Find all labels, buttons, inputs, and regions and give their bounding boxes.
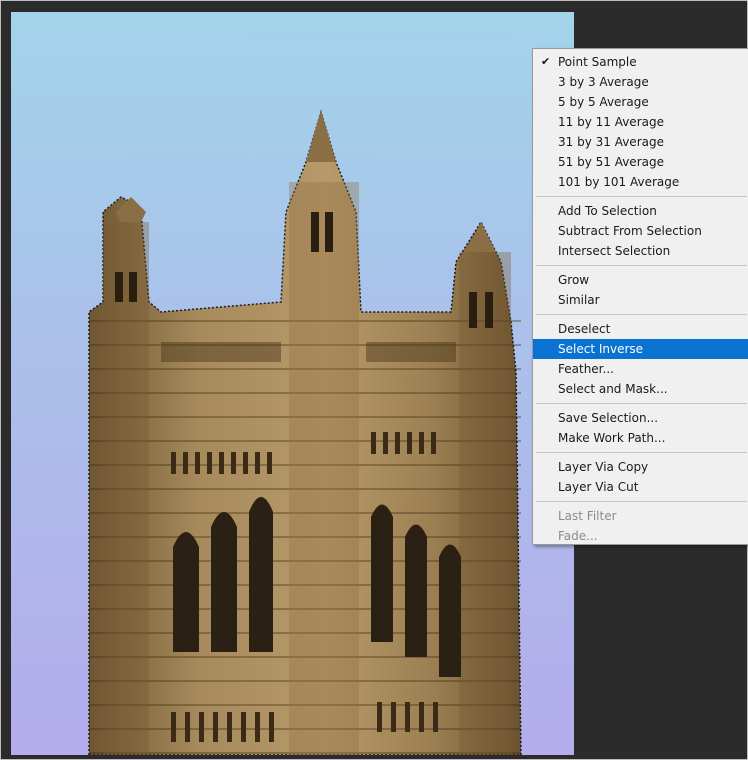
menu-item-11-by-11-average[interactable]: 11 by 11 Average xyxy=(533,112,748,132)
menu-item-label: 5 by 5 Average xyxy=(558,95,649,109)
menu-item-label: Layer Via Cut xyxy=(558,480,639,494)
menu-item-similar[interactable]: Similar xyxy=(533,290,748,310)
menu-item-grow[interactable]: Grow xyxy=(533,270,748,290)
menu-separator xyxy=(536,196,747,197)
photoshop-workspace: ✔ Point Sample 3 by 3 Average 5 by 5 Averag… xyxy=(0,0,748,760)
menu-item-label: Feather... xyxy=(558,362,614,376)
menu-item-label: 101 by 101 Average xyxy=(558,175,680,189)
selection-context-menu: ✔ Point Sample 3 by 3 Average 5 by 5 Averag… xyxy=(532,48,748,545)
menu-item-label: Similar xyxy=(558,293,600,307)
menu-separator xyxy=(536,265,747,266)
menu-item-select-inverse[interactable]: Select Inverse xyxy=(533,339,748,359)
menu-item-101-by-101-average[interactable]: 101 by 101 Average xyxy=(533,172,748,192)
menu-item-label: Make Work Path... xyxy=(558,431,666,445)
menu-item-layer-via-copy[interactable]: Layer Via Copy xyxy=(533,457,748,477)
menu-item-label: Grow xyxy=(558,273,590,287)
menu-item-intersect-selection[interactable]: Intersect Selection xyxy=(533,241,748,261)
menu-item-make-work-path[interactable]: Make Work Path... xyxy=(533,428,748,448)
menu-item-deselect[interactable]: Deselect xyxy=(533,319,748,339)
document-canvas[interactable] xyxy=(11,12,574,755)
menu-item-label: Save Selection... xyxy=(558,411,659,425)
menu-separator xyxy=(536,452,747,453)
menu-item-label: Point Sample xyxy=(558,55,637,69)
menu-item-3-by-3-average[interactable]: 3 by 3 Average xyxy=(533,72,748,92)
menu-item-layer-via-cut[interactable]: Layer Via Cut xyxy=(533,477,748,497)
tower-image xyxy=(88,109,522,755)
menu-item-add-to-selection[interactable]: Add To Selection xyxy=(533,201,748,221)
menu-item-point-sample[interactable]: ✔ Point Sample xyxy=(533,52,748,72)
menu-item-last-filter: Last Filter xyxy=(533,506,748,526)
menu-item-label: Intersect Selection xyxy=(558,244,671,258)
menu-item-select-and-mask[interactable]: Select and Mask... xyxy=(533,379,748,399)
menu-item-label: Last Filter xyxy=(558,509,617,523)
menu-item-label: Add To Selection xyxy=(558,204,657,218)
menu-item-feather[interactable]: Feather... xyxy=(533,359,748,379)
menu-item-label: 3 by 3 Average xyxy=(558,75,649,89)
menu-item-subtract-from-selection[interactable]: Subtract From Selection xyxy=(533,221,748,241)
menu-item-label: Select Inverse xyxy=(558,342,644,356)
menu-item-5-by-5-average[interactable]: 5 by 5 Average xyxy=(533,92,748,112)
menu-item-save-selection[interactable]: Save Selection... xyxy=(533,408,748,428)
tower-shape xyxy=(88,109,522,755)
menu-item-label: Layer Via Copy xyxy=(558,460,649,474)
menu-item-label: Fade... xyxy=(558,529,598,543)
menu-item-label: 31 by 31 Average xyxy=(558,135,664,149)
menu-item-51-by-51-average[interactable]: 51 by 51 Average xyxy=(533,152,748,172)
menu-separator xyxy=(536,403,747,404)
checkmark-icon: ✔ xyxy=(541,55,551,68)
menu-item-label: Deselect xyxy=(558,322,611,336)
menu-separator xyxy=(536,314,747,315)
menu-item-31-by-31-average[interactable]: 31 by 31 Average xyxy=(533,132,748,152)
menu-separator xyxy=(536,501,747,502)
menu-item-label: 11 by 11 Average xyxy=(558,115,664,129)
menu-item-label: Select and Mask... xyxy=(558,382,668,396)
menu-item-label: 51 by 51 Average xyxy=(558,155,664,169)
menu-item-label: Subtract From Selection xyxy=(558,224,702,238)
menu-item-fade: Fade... xyxy=(533,526,748,546)
